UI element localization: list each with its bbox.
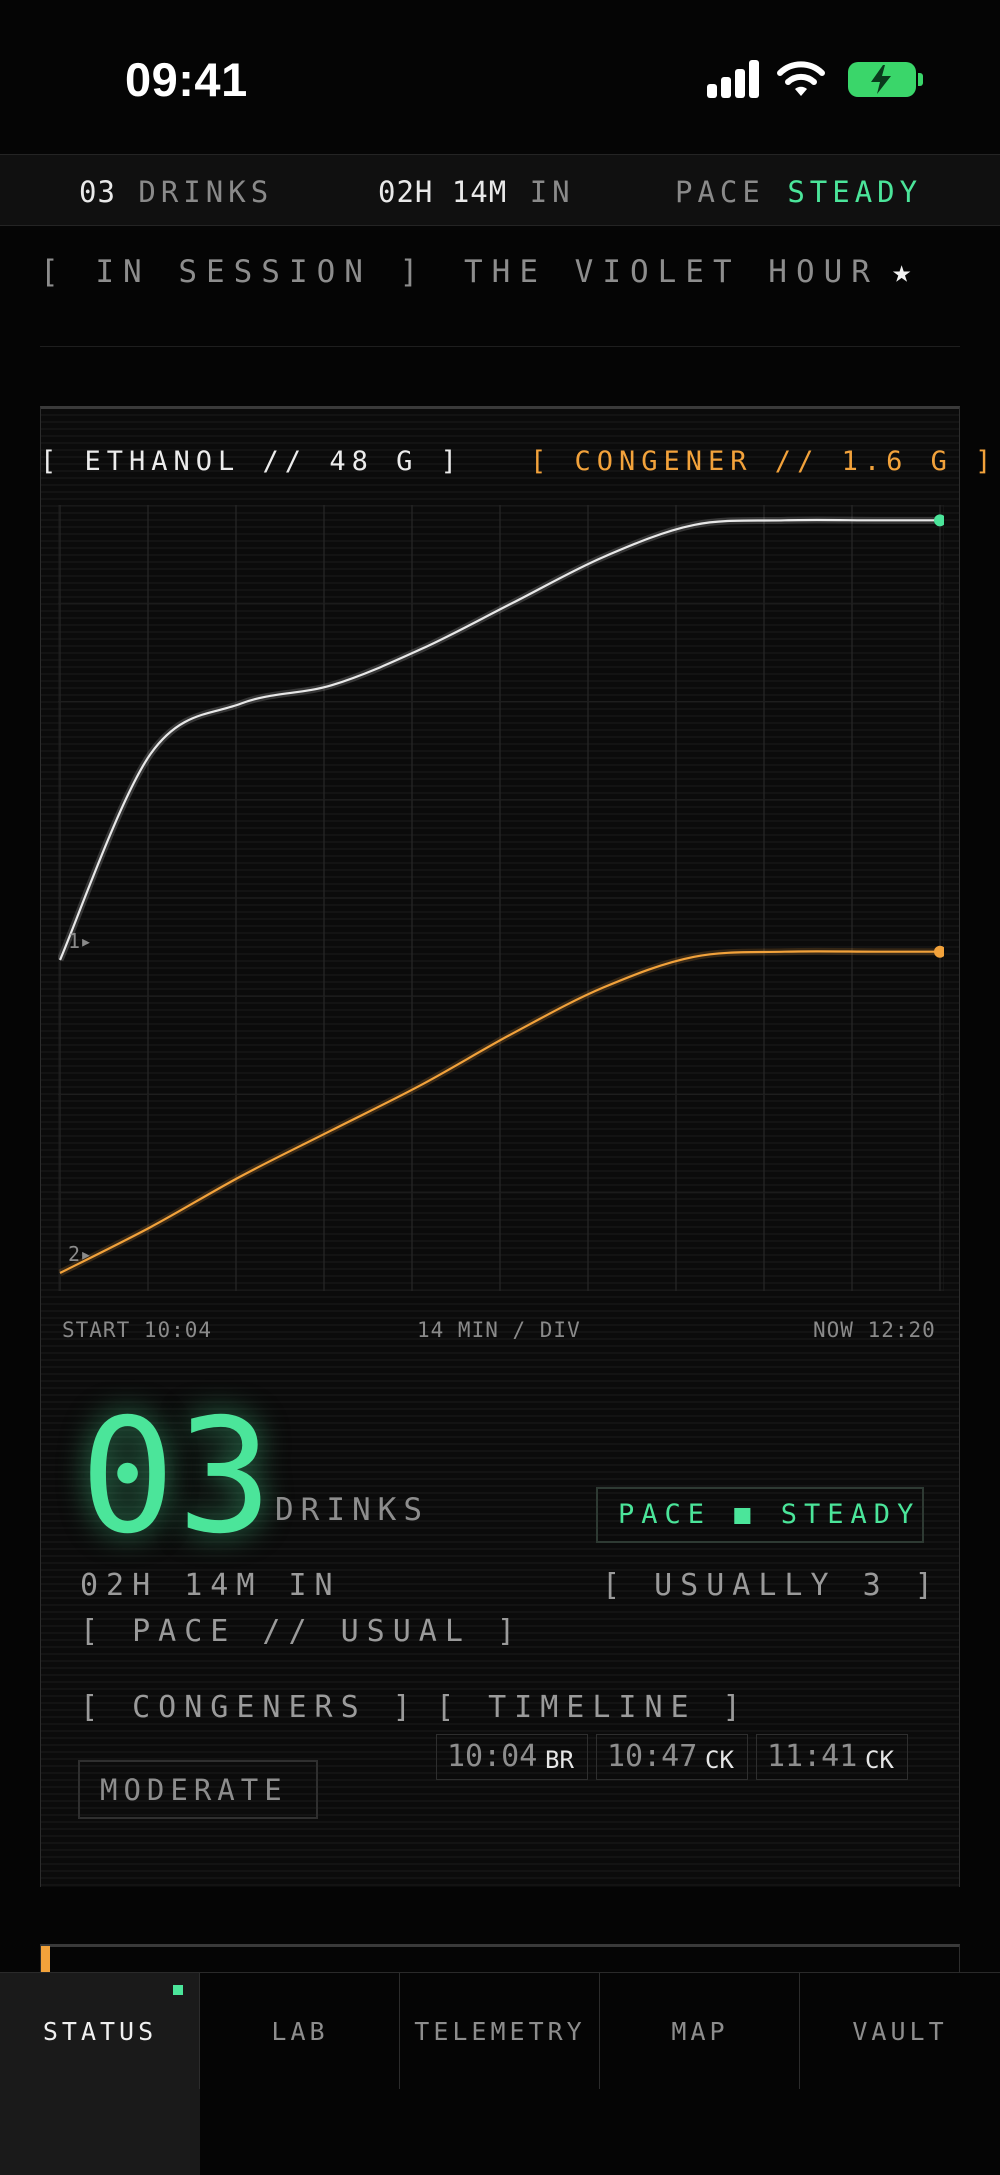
session-state: [ IN SESSION ] [40,254,428,290]
timeline-chip[interactable]: 10:47 CK [596,1734,748,1780]
battery-nub [918,73,923,86]
pace-badge-label: PACE ■ STEADY [618,1499,921,1530]
series-end-marker-1 [934,514,944,527]
chart-division-label: 14 MIN / DIV [417,1318,581,1342]
congener-readout: [ CONGENER // 1.6 G ] [530,446,998,477]
summary-pace-value: STEADY [787,175,923,209]
elapsed-line: 02H 14M IN [80,1568,341,1603]
ethanol-readout: [ ETHANOL // 48 G ] [40,446,463,477]
wifi-icon [777,61,825,96]
nav-label: VAULT [852,2017,948,2046]
nav-map[interactable]: MAP [600,1973,800,2089]
drink-count: 03 [80,1385,275,1569]
nav-label: STATUS [42,2017,158,2046]
nav-vault[interactable]: VAULT [800,1973,1000,2089]
timeline-time: 10:47 [607,1739,698,1774]
summary-elapsed-suffix: IN [529,175,575,209]
usual-count: [ USUALLY 3 ] [602,1568,941,1603]
nav-telemetry[interactable]: TELEMETRY [400,1973,600,2089]
bottom-nav: STATUS LAB TELEMETRY MAP VAULT [0,1972,1000,2175]
session-progress-fill [41,1946,51,1972]
nav-status[interactable]: STATUS [0,1973,200,2175]
tab-congeners[interactable]: [ CONGENERS ] [80,1690,419,1725]
series-end-marker-2 [934,945,944,958]
divider [40,346,960,347]
timeline-chip[interactable]: 11:41 CK [756,1734,908,1780]
venue-name[interactable]: THE VIOLET HOUR [464,254,879,290]
tab-timeline[interactable]: [ TIMELINE ] [436,1690,749,1725]
session-progress-track [40,1944,960,1975]
chart-start-label: START 10:04 [62,1318,213,1342]
favorite-star-icon[interactable]: ★ [892,252,911,290]
summary-elapsed-value: 02H 14M [378,175,508,209]
summary-pace: PACE STEADY [675,175,922,209]
summary-pace-label: PACE [675,175,765,209]
nav-label: LAB [271,2017,329,2046]
summary-elapsed: 02H 14M IN [378,175,575,209]
summary-drinks-count: 03 [79,175,116,209]
pace-compare: [ PACE // USUAL ] [80,1614,524,1649]
series-marker-label-2: 2▸ [68,1242,92,1266]
series-marker-label-1: 1▸ [68,929,92,953]
timeline-code: CK [705,1746,734,1774]
summary-drinks-label: DRINKS [138,175,274,209]
drink-count-unit: DRINKS [275,1492,429,1528]
timeline-chip[interactable]: 10:04 BR [436,1734,588,1780]
nav-label: MAP [671,2017,729,2046]
nav-active-indicator [173,1985,183,1995]
summary-strip: 03 DRINKS 02H 14M IN PACE STEADY [0,154,1000,226]
chart-end-label: NOW 12:20 [813,1318,936,1342]
nav-lab[interactable]: LAB [200,1973,400,2089]
nav-label: TELEMETRY [414,2017,586,2046]
timeline-code: CK [865,1746,894,1774]
timeline-code: BR [545,1746,574,1774]
congener-level-label: MODERATE [100,1773,288,1807]
timeline-time: 10:04 [447,1739,538,1774]
congener-level-badge: MODERATE [78,1760,318,1819]
summary-drinks: 03 DRINKS [79,175,273,209]
timeline-time: 11:41 [767,1739,858,1774]
cellular-signal-icon [707,60,761,98]
pace-badge: PACE ■ STEADY [596,1487,924,1543]
status-time: 09:41 [125,53,248,106]
accumulation-chart: 1▸ 2▸ [58,505,944,1291]
battery-charging-icon [848,62,916,97]
